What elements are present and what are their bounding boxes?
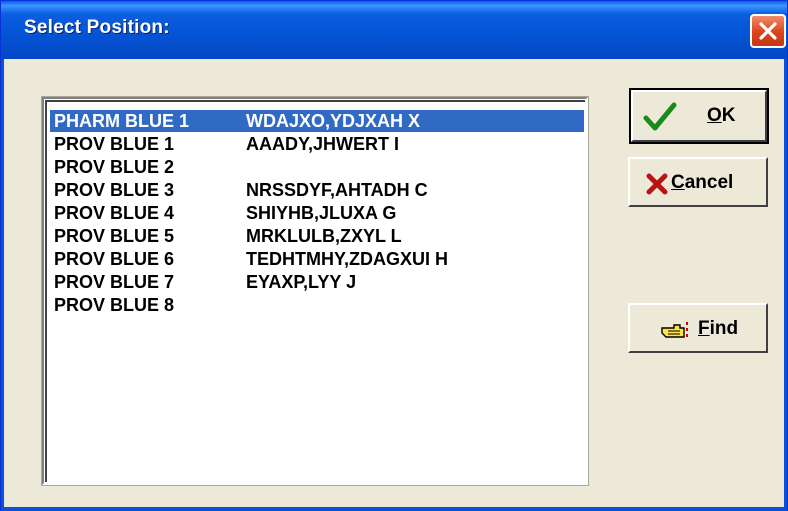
select-position-dialog: Select Position: PHARM BLUE 1 WDAJXO,YDJ…	[0, 0, 788, 511]
ok-label: OK	[707, 105, 736, 126]
red-x-icon	[646, 173, 668, 195]
list-item[interactable]: PHARM BLUE 1 WDAJXO,YDJXAH X	[49, 109, 585, 133]
position-label: PHARM BLUE 1	[54, 111, 190, 131]
list-item[interactable]: PROV BLUE 7 EYAXP,LYY J	[50, 271, 584, 293]
person-name: AAADY,JHWERT I	[246, 134, 400, 154]
position-label: PROV BLUE 2	[54, 157, 175, 177]
close-button[interactable]	[750, 14, 786, 48]
list-item[interactable]: PROV BLUE 6 TEDHTMHY,ZDAGXUI H	[50, 248, 584, 270]
title-bar[interactable]: Select Position:	[1, 1, 787, 59]
pointing-hand-icon	[661, 322, 688, 338]
list-item[interactable]: PROV BLUE 5 MRKLULB,ZXYL L	[50, 225, 584, 247]
cancel-label: Cancel	[671, 172, 734, 193]
list-item[interactable]: PROV BLUE 8	[50, 294, 584, 316]
position-label: PROV BLUE 8	[54, 295, 175, 315]
person-name: SHIYHB,JLUXA G	[246, 203, 397, 223]
ok-button[interactable]: OK	[629, 88, 769, 144]
position-label: PROV BLUE 6	[54, 249, 175, 269]
close-icon	[759, 22, 777, 40]
position-label: PROV BLUE 3	[54, 180, 175, 200]
person-name: WDAJXO,YDJXAH X	[246, 111, 421, 131]
find-label: Find	[698, 318, 739, 339]
cancel-button[interactable]: Cancel	[628, 157, 768, 207]
list-item[interactable]: PROV BLUE 1 AAADY,JHWERT I	[50, 133, 584, 155]
person-name: EYAXP,LYY J	[246, 272, 357, 292]
window-frame-right	[784, 59, 787, 511]
dialog-title: Select Position:	[24, 17, 170, 38]
window-frame-bottom	[1, 507, 787, 511]
person-name: MRKLULB,ZXYL L	[246, 226, 402, 246]
position-listbox[interactable]: PHARM BLUE 1 WDAJXO,YDJXAH X PROV BLUE 1…	[41, 96, 589, 486]
position-label: PROV BLUE 4	[54, 203, 175, 223]
list-item[interactable]: PROV BLUE 2	[50, 156, 584, 178]
window-frame-left	[1, 59, 4, 511]
list-item[interactable]: PROV BLUE 3 NRSSDYF,AHTADH C	[50, 179, 584, 201]
position-label: PROV BLUE 5	[54, 226, 175, 246]
position-label: PROV BLUE 7	[54, 272, 175, 292]
person-name: TEDHTMHY,ZDAGXUI H	[246, 249, 448, 269]
person-name: NRSSDYF,AHTADH C	[246, 180, 428, 200]
find-button[interactable]: Find	[628, 303, 768, 353]
checkmark-icon	[643, 102, 677, 131]
list-item[interactable]: PROV BLUE 4 SHIYHB,JLUXA G	[50, 202, 584, 224]
position-label: PROV BLUE 1	[54, 134, 175, 154]
